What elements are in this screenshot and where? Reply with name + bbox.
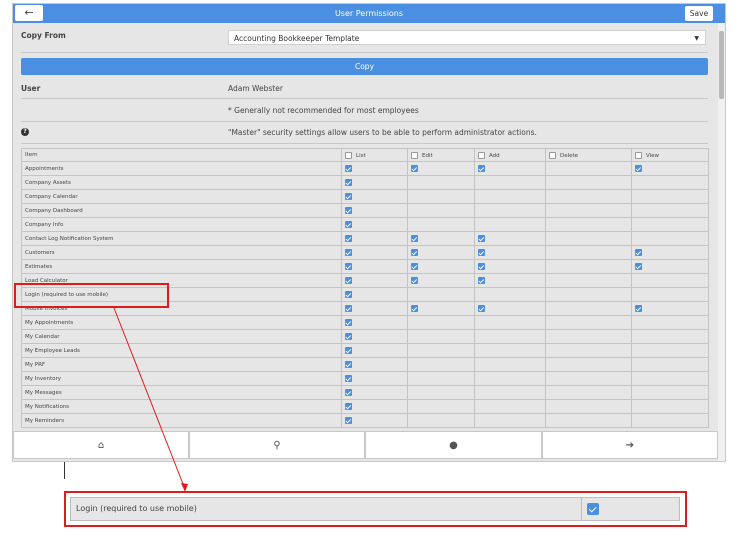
callout-arrow bbox=[113, 307, 188, 492]
zoom-row-label: Login (required to use mobile) bbox=[76, 504, 197, 513]
zoom-callout: Login (required to use mobile) bbox=[64, 491, 687, 527]
zoom-checkbox[interactable] bbox=[587, 503, 599, 515]
text-cursor bbox=[64, 462, 65, 479]
divider bbox=[581, 498, 582, 520]
zoom-row: Login (required to use mobile) bbox=[70, 497, 680, 521]
